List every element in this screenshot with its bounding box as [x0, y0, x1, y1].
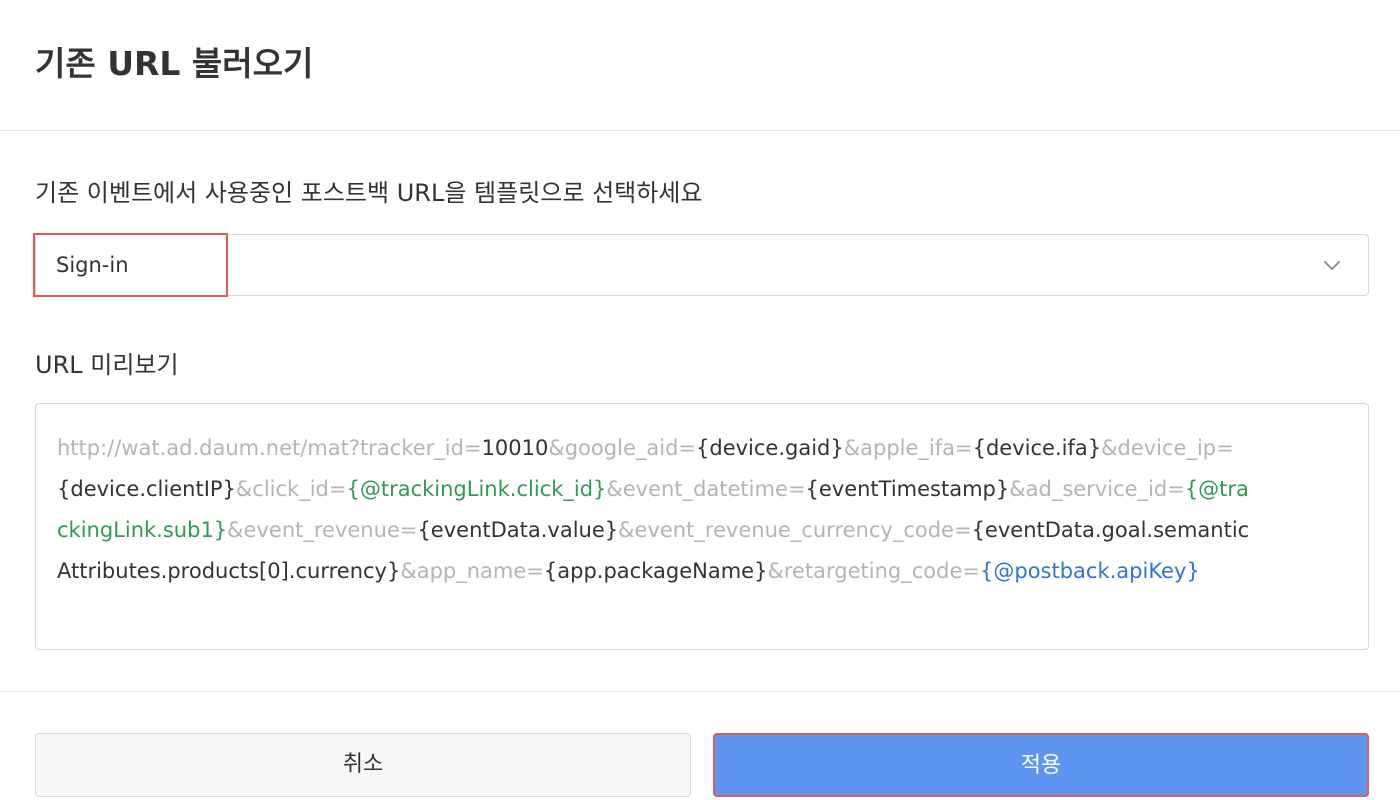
template-select-label: 기존 이벤트에서 사용중인 포스트백 URL을 템플릿으로 선택하세요 [35, 179, 703, 207]
footer-divider [0, 691, 1400, 692]
url-segment-var: {device.gaid} [696, 436, 844, 460]
url-segment-static: http://wat.ad.daum.net/mat?tracker_id= [57, 436, 482, 460]
url-preview-text: http://wat.ad.daum.net/mat?tracker_id=10… [57, 428, 1257, 592]
url-segment-var: 10010 [481, 436, 549, 460]
load-existing-url-dialog: 기존 URL 불러오기 기존 이벤트에서 사용중인 포스트백 URL을 템플릿으… [0, 0, 1400, 800]
url-segment-static: &click_id= [235, 477, 347, 501]
url-segment-static: &google_aid= [548, 436, 696, 460]
url-preview-box: http://wat.ad.daum.net/mat?tracker_id=10… [35, 403, 1369, 650]
url-segment-tracking: {@trackingLink.click_id} [346, 477, 607, 501]
url-segment-static: &event_revenue= [227, 518, 418, 542]
template-select-value: Sign-in [56, 253, 129, 277]
apply-button[interactable]: 적용 [713, 733, 1369, 797]
url-segment-static: &ad_service_id= [1009, 477, 1185, 501]
url-segment-postback: {@postback.apiKey} [980, 559, 1200, 583]
url-segment-var: {device.clientIP} [57, 477, 236, 501]
url-segment-static: &event_revenue_currency_code= [618, 518, 972, 542]
url-preview-label: URL 미리보기 [35, 351, 179, 379]
url-segment-var: {app.packageName} [543, 559, 768, 583]
url-segment-static: &apple_ifa= [843, 436, 973, 460]
url-segment-var: {device.ifa} [972, 436, 1102, 460]
url-segment-static: &app_name= [400, 559, 544, 583]
dialog-title: 기존 URL 불러오기 [35, 44, 314, 83]
template-select[interactable]: Sign-in [35, 234, 1369, 296]
url-segment-var: {eventData.value} [417, 518, 619, 542]
url-segment-static: &device_ip= [1101, 436, 1234, 460]
chevron-down-icon[interactable] [1320, 253, 1344, 277]
url-segment-var: {eventTimestamp} [805, 477, 1010, 501]
url-segment-static: &event_datetime= [606, 477, 806, 501]
dialog-header: 기존 URL 불러오기 [0, 0, 1400, 131]
cancel-button[interactable]: 취소 [35, 733, 691, 797]
url-segment-static: &retargeting_code= [767, 559, 980, 583]
